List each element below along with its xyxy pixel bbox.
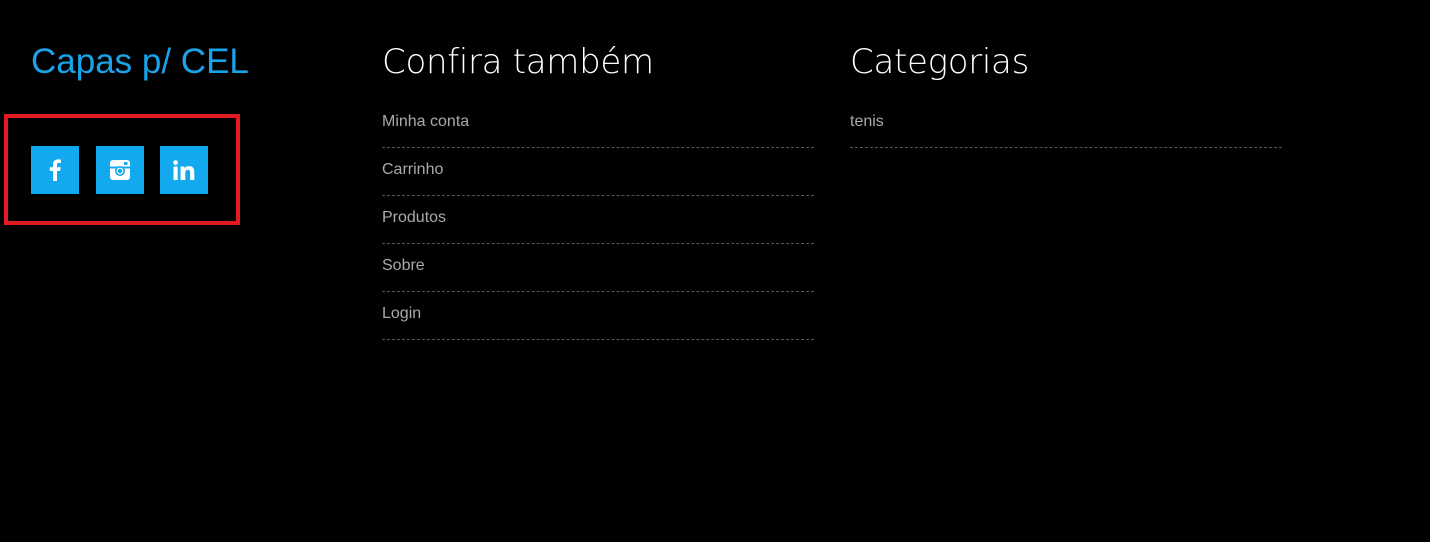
list-item: Produtos xyxy=(382,196,814,244)
link-carrinho[interactable]: Carrinho xyxy=(382,148,814,179)
linkedin-button[interactable] xyxy=(160,146,208,194)
link-minha-conta[interactable]: Minha conta xyxy=(382,100,814,131)
list-item: tenis xyxy=(850,100,1282,148)
category-link-tenis[interactable]: tenis xyxy=(850,100,1282,131)
site-footer: Capas p/ CEL Confira também Minha conta … xyxy=(0,0,1430,542)
links-list: Minha conta Carrinho Produtos Sobre Logi… xyxy=(382,100,814,340)
instagram-button[interactable] xyxy=(96,146,144,194)
brand-title[interactable]: Capas p/ CEL xyxy=(31,40,249,84)
categories-column: Categorias tenis xyxy=(850,40,1282,148)
categories-list: tenis xyxy=(850,100,1282,148)
list-item: Minha conta xyxy=(382,100,814,148)
link-produtos[interactable]: Produtos xyxy=(382,196,814,227)
linkedin-icon xyxy=(173,160,195,180)
links-column: Confira também Minha conta Carrinho Prod… xyxy=(382,40,814,340)
facebook-button[interactable] xyxy=(31,146,79,194)
list-item: Carrinho xyxy=(382,148,814,196)
list-item: Sobre xyxy=(382,244,814,292)
link-login[interactable]: Login xyxy=(382,292,814,323)
links-column-title: Confira também xyxy=(382,42,654,82)
instagram-icon xyxy=(110,160,130,180)
categories-column-title: Categorias xyxy=(850,42,1030,82)
list-item: Login xyxy=(382,292,814,340)
facebook-icon xyxy=(49,159,61,181)
link-sobre[interactable]: Sobre xyxy=(382,244,814,275)
